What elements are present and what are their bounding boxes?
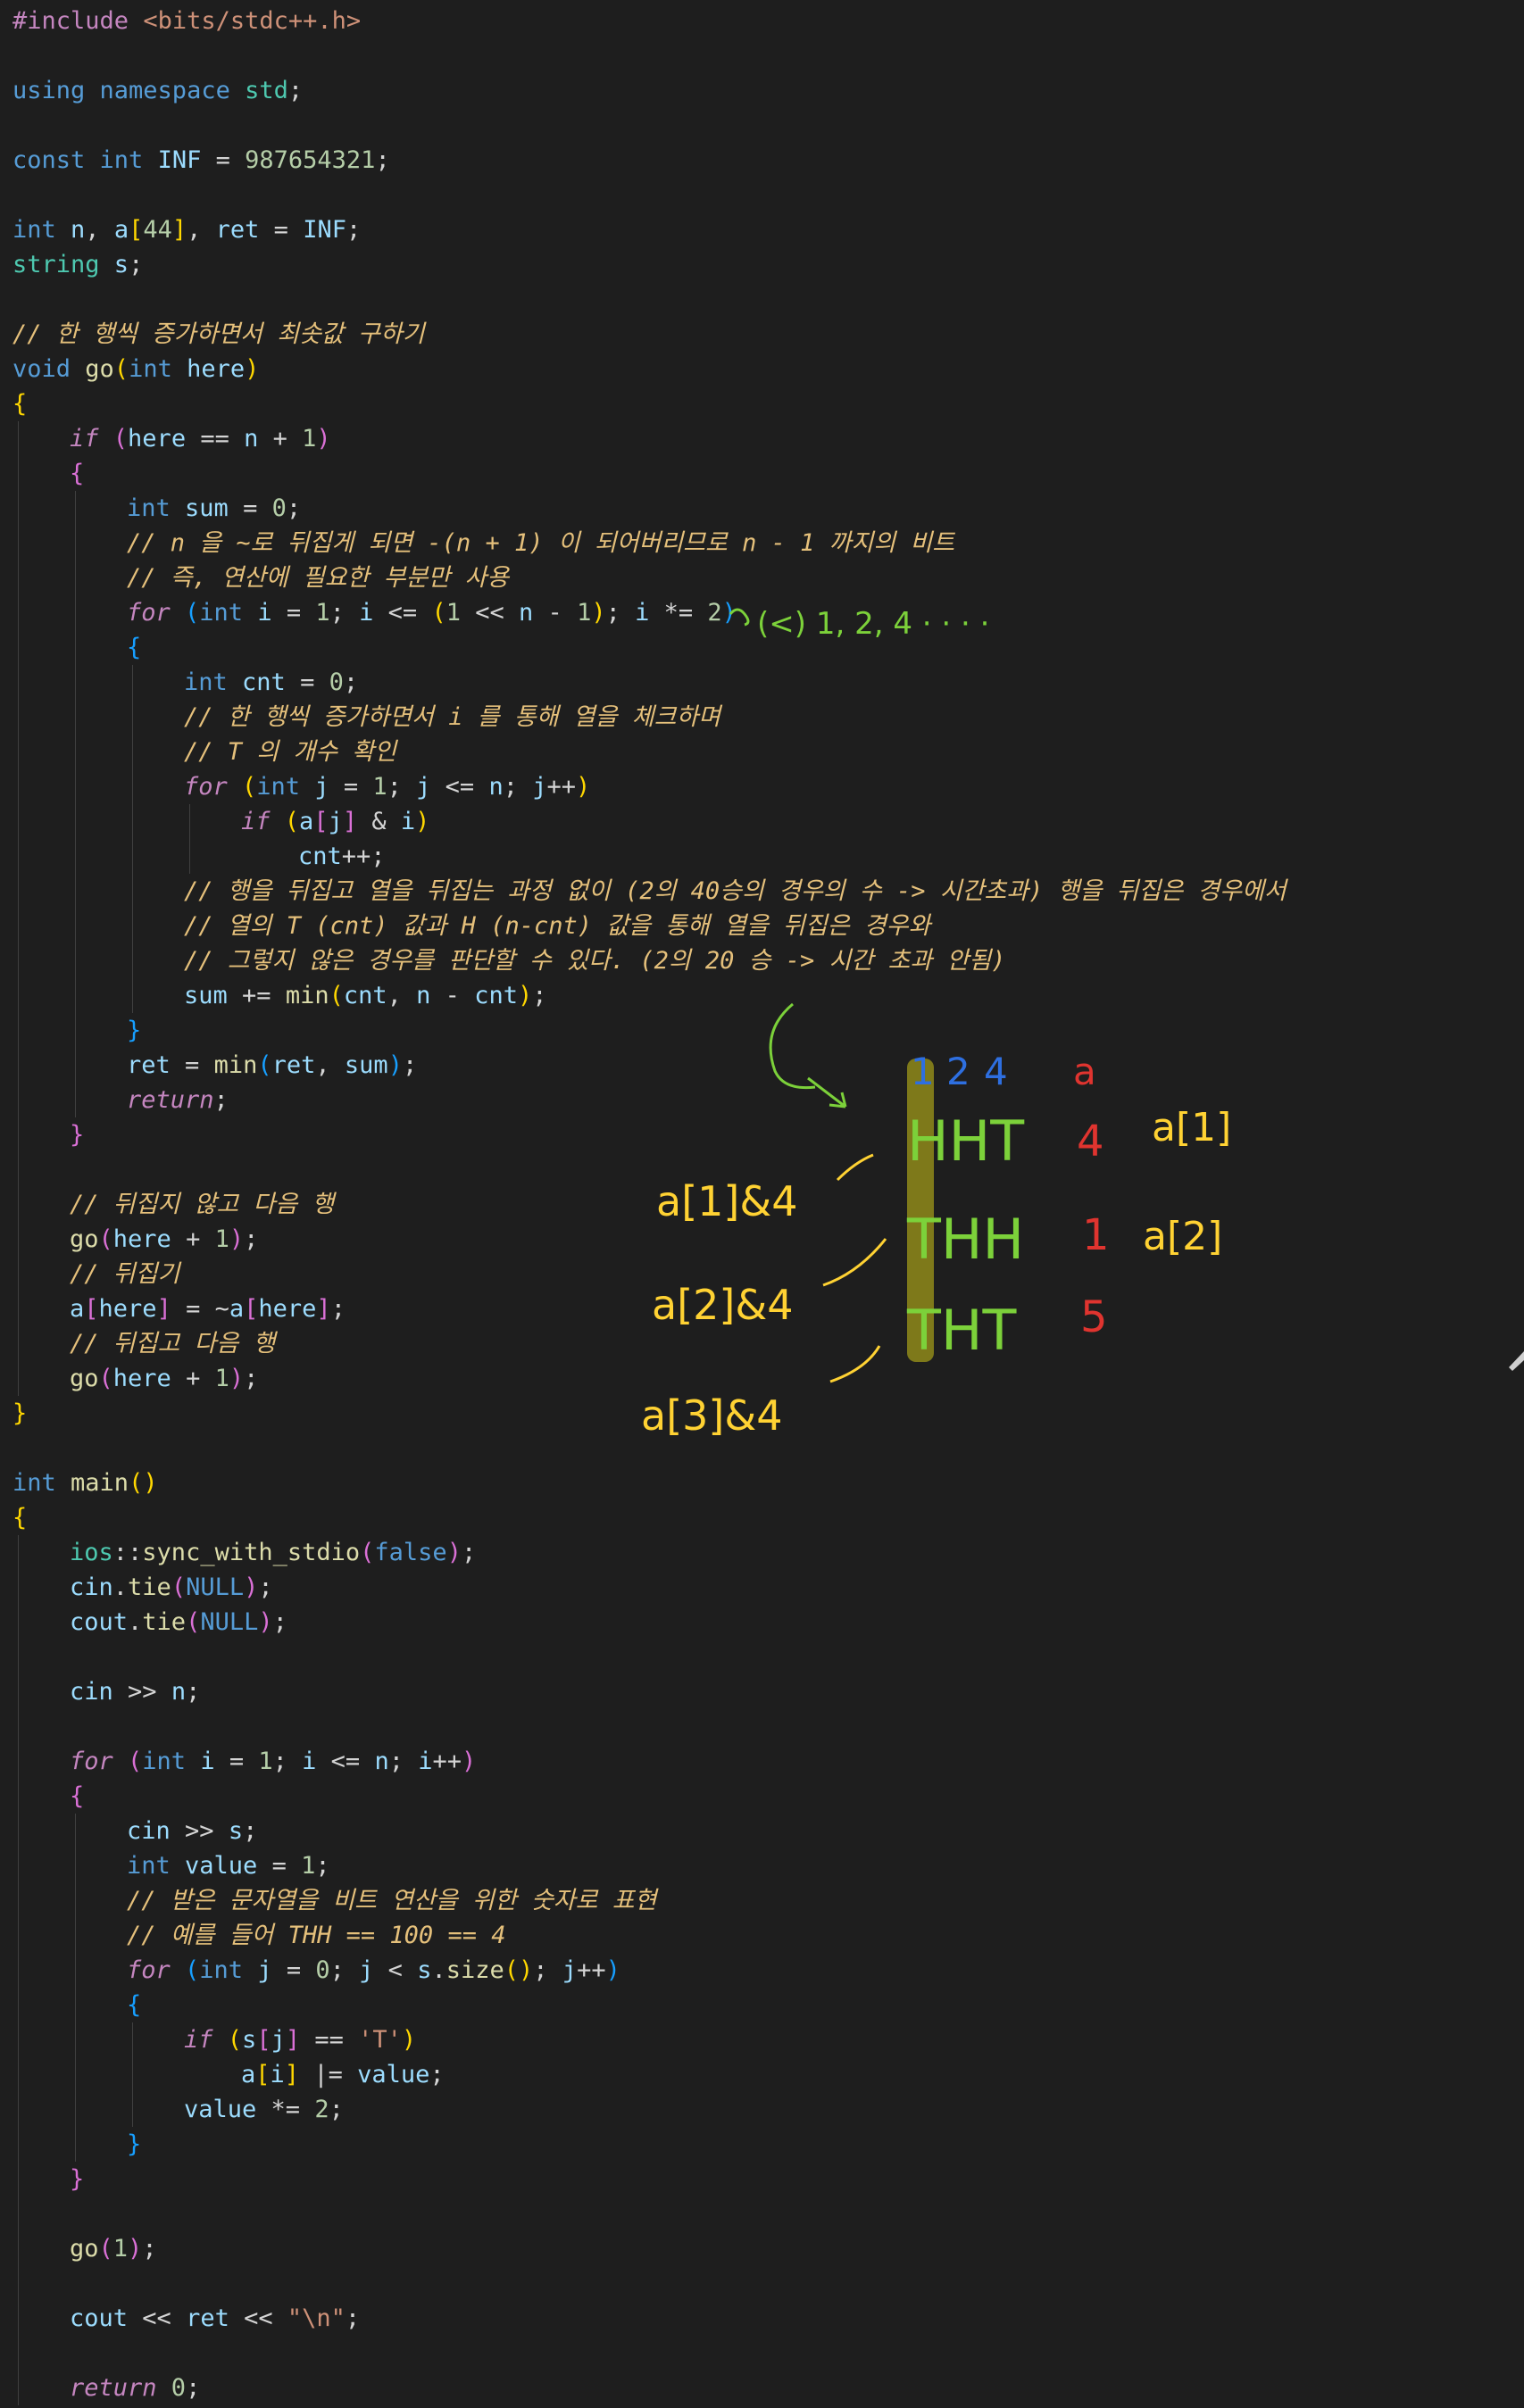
and-label-3: a[3]&4 [641, 1391, 782, 1440]
shift-note: (<) 1, 2, 4 · · · · [757, 606, 989, 642]
pen-cursor-icon [1509, 1351, 1524, 1371]
value-header: a [1073, 1050, 1096, 1093]
code-editor[interactable]: #include <bits/stdc++.h> using namespace … [0, 0, 1524, 2408]
bit-header-2: 2 [946, 1050, 970, 1093]
row-pattern-3: THT [906, 1298, 1017, 1363]
row-pattern-1: HHT [907, 1109, 1025, 1174]
row-value-2: 1 [1082, 1210, 1110, 1260]
and-arrow-3 [829, 1345, 881, 1383]
bit-header-1: 1 [911, 1050, 935, 1093]
and-arrow-2 [822, 1238, 887, 1287]
bit-header-4: 4 [984, 1050, 1008, 1093]
and-label-2: a[2]&4 [652, 1281, 793, 1329]
and-arrow-1 [836, 1153, 874, 1182]
row-pattern-2: THH [906, 1207, 1024, 1272]
row-label-1: a[1] [1152, 1105, 1231, 1150]
shift-note-arrow [729, 608, 750, 627]
handwritten-annotations: (<) 1, 2, 4 · · · · 1 2 4 a HHT 4 a[1] T… [641, 606, 1524, 1440]
row-value-1: 4 [1077, 1117, 1104, 1167]
brace-arrow [769, 1002, 847, 1109]
and-label-1: a[1]&4 [656, 1177, 797, 1225]
row-label-2: a[2] [1143, 1214, 1222, 1259]
row-value-3: 5 [1080, 1292, 1108, 1342]
